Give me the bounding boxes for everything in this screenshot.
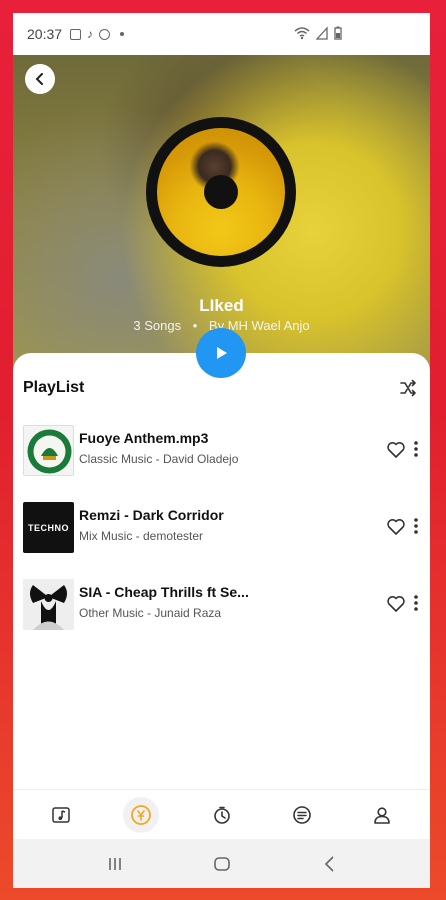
playlist-header: PlayList xyxy=(23,375,423,401)
playlist-sheet: PlayList Fuoye Anthem.mp3 Classic Music … xyxy=(13,353,430,800)
more-options-icon[interactable] xyxy=(412,439,420,459)
meta-separator: • xyxy=(192,318,198,333)
phone-screen: 20:37 ♪ LIked 3 Songs • By MH Wael Anjo xyxy=(13,13,430,888)
playlist-heading: PlayList xyxy=(23,379,85,396)
play-button[interactable] xyxy=(196,328,246,378)
techno-label: TECHNO xyxy=(28,522,69,533)
coin-icon xyxy=(131,804,152,825)
track-thumbnail: TECHNO xyxy=(23,502,74,553)
more-notifications-icon xyxy=(120,32,125,36)
track-title: Remzi - Dark Corridor xyxy=(79,507,224,523)
track-title: SIA - Cheap Thrills ft Se... xyxy=(79,584,249,600)
play-icon xyxy=(217,347,227,359)
whatsapp-icon xyxy=(99,28,111,40)
status-bar: 20:37 ♪ xyxy=(13,13,430,55)
system-navigation-bar xyxy=(13,839,430,888)
nav-playlists[interactable] xyxy=(284,797,320,833)
back-button[interactable] xyxy=(25,64,55,94)
chevron-left-icon xyxy=(35,73,43,85)
heart-icon[interactable] xyxy=(386,440,406,460)
track-thumbnail xyxy=(23,579,74,630)
album-art-disc xyxy=(146,117,296,267)
playlist-icon xyxy=(292,805,311,824)
more-options-icon[interactable] xyxy=(412,593,420,613)
track-item[interactable]: SIA - Cheap Thrills ft Se... Other Music… xyxy=(23,579,420,631)
tiktok-icon: ♪ xyxy=(87,27,94,41)
nav-history[interactable] xyxy=(204,797,240,833)
sia-bow-image xyxy=(23,579,74,630)
nav-music-library[interactable] xyxy=(43,797,79,833)
wifi-icon xyxy=(294,27,310,40)
track-subtitle: Classic Music - David Oladejo xyxy=(79,452,239,466)
playlist-cover-background: LIked 3 Songs • By MH Wael Anjo xyxy=(13,55,430,375)
system-back-icon[interactable] xyxy=(318,852,342,876)
status-time: 20:37 xyxy=(27,26,63,42)
battery-icon xyxy=(334,26,342,40)
profile-icon xyxy=(374,806,390,824)
home-icon[interactable] xyxy=(210,852,234,876)
playlist-title: LIked xyxy=(199,296,244,315)
track-item[interactable]: TECHNO Remzi - Dark Corridor Mix Music -… xyxy=(23,502,420,554)
disc-center-hole xyxy=(204,175,238,209)
nav-coins[interactable] xyxy=(123,796,160,833)
notification-icons: ♪ xyxy=(70,27,125,41)
shuffle-icon[interactable] xyxy=(399,379,417,397)
track-item[interactable]: Fuoye Anthem.mp3 Classic Music - David O… xyxy=(23,425,420,477)
university-seal-image xyxy=(24,426,73,475)
heart-icon[interactable] xyxy=(386,517,406,537)
recent-apps-icon[interactable] xyxy=(103,852,127,876)
music-note-icon xyxy=(52,806,70,823)
track-thumbnail xyxy=(23,425,74,476)
bottom-navigation xyxy=(13,789,430,839)
album-art-image xyxy=(157,128,285,256)
gallery-icon xyxy=(70,28,82,40)
track-subtitle: Other Music - Junaid Raza xyxy=(79,606,222,620)
track-subtitle: Mix Music - demotester xyxy=(79,529,204,543)
timer-icon xyxy=(213,806,230,824)
track-title: Fuoye Anthem.mp3 xyxy=(79,430,209,446)
system-status-icons xyxy=(294,26,342,40)
more-options-icon[interactable] xyxy=(412,516,420,536)
songs-count: 3 Songs xyxy=(133,318,182,333)
nav-profile[interactable] xyxy=(364,797,400,833)
heart-icon[interactable] xyxy=(386,594,406,614)
signal-icon xyxy=(316,26,328,40)
